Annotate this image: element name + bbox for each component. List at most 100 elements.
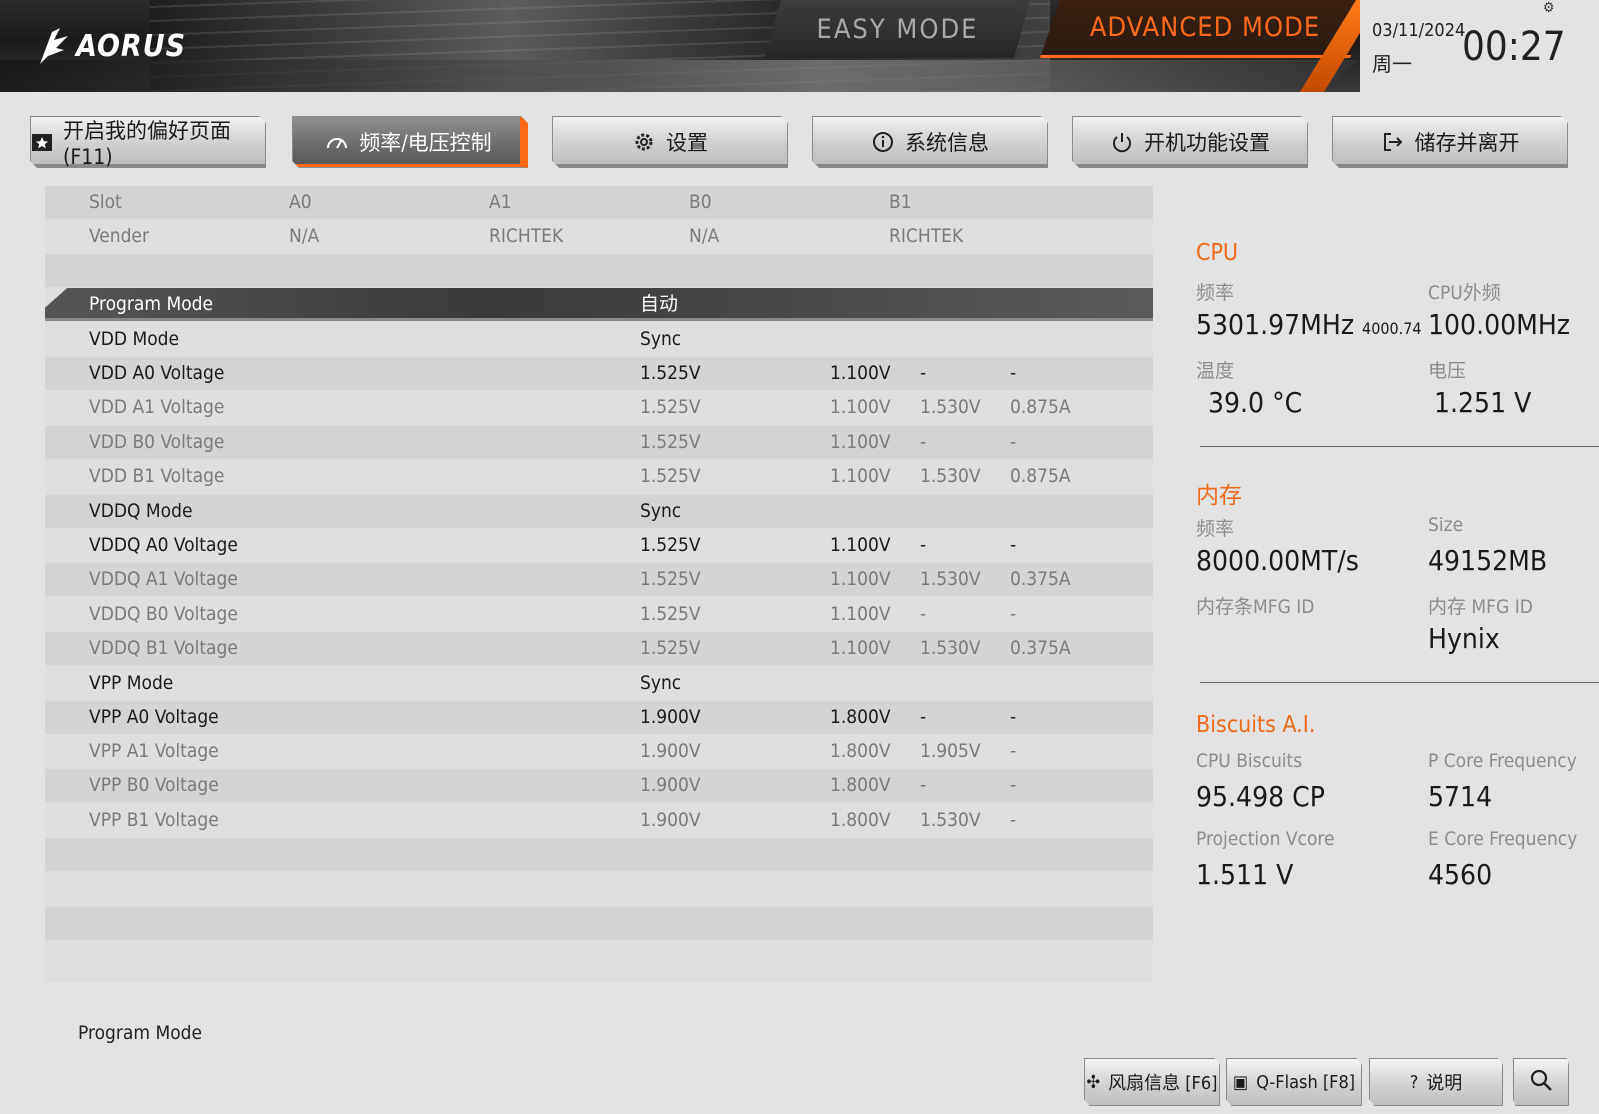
ecore-freq-label: E Core Frequency xyxy=(1428,828,1578,850)
setting-value-3: 1.530V xyxy=(920,809,981,831)
pcore-freq-label: P Core Frequency xyxy=(1428,750,1577,772)
setting-value-4: 0.375A xyxy=(1010,637,1071,659)
table-row[interactable]: VDDQ A0 Voltage 1.525V 1.100V - - xyxy=(45,529,1153,562)
setting-value-4: - xyxy=(1010,603,1017,625)
table-row: VPP B1 Voltage 1.900V 1.800V 1.530V - xyxy=(45,804,1153,837)
setting-value-4: - xyxy=(1010,774,1017,796)
setting-value: 1.525V xyxy=(640,431,701,453)
tab-label: 系统信息 xyxy=(905,131,989,155)
setting-value[interactable]: Sync xyxy=(640,667,681,700)
setting-value-4: 0.875A xyxy=(1010,396,1071,418)
setting-name: VPP B1 Voltage xyxy=(89,809,219,831)
help-label: 说明 xyxy=(1426,1073,1463,1094)
vender-a1: RICHTEK xyxy=(489,225,564,247)
cpu-bclk-label: CPU外频 xyxy=(1428,282,1501,304)
tab-boot[interactable]: 开机功能设置 xyxy=(1072,116,1308,168)
mem-size-value: 49152MB xyxy=(1428,544,1548,577)
cpu-freq-number: 5301.97MHz xyxy=(1196,308,1355,341)
question-icon: ? xyxy=(1409,1071,1419,1093)
tab-favorites[interactable]: 开启我的偏好页面 (F11) xyxy=(30,116,266,168)
cpu-volt-label: 电压 xyxy=(1428,360,1467,382)
biscuits-section-title: Biscuits A.I. xyxy=(1196,712,1316,738)
setting-value: 1.525V xyxy=(640,465,701,487)
setting-name: VDDQ Mode xyxy=(89,500,193,522)
setting-name: VPP A0 Voltage xyxy=(89,706,219,728)
slot-row: Slot A0 A1 B0 B1 xyxy=(45,186,1153,219)
table-row[interactable]: VPP A0 Voltage 1.900V 1.800V - - xyxy=(45,701,1153,734)
setting-value: 1.525V xyxy=(640,396,701,418)
setting-value-2: 1.100V xyxy=(830,431,891,453)
vender-label: Vender xyxy=(89,225,149,247)
setting-value-3: 1.530V xyxy=(920,396,981,418)
cpu-biscuits-label: CPU Biscuits xyxy=(1196,750,1303,772)
setting-value: 1.900V xyxy=(640,809,701,831)
easy-mode-button[interactable]: EASY MODE xyxy=(765,0,1030,58)
mem-stick-mfg-label: 内存条MFG ID xyxy=(1196,596,1315,618)
setting-name: VDDQ A1 Voltage xyxy=(89,568,238,590)
setting-value[interactable]: Sync xyxy=(640,323,681,356)
setting-value-2: 1.100V xyxy=(830,637,891,659)
slot-a1: A1 xyxy=(489,191,512,213)
setting-value-4: - xyxy=(1010,809,1017,831)
setting-value: 1.525V xyxy=(640,637,701,659)
table-row: VPP B0 Voltage 1.900V 1.800V - - xyxy=(45,769,1153,802)
setting-value-3: 1.530V xyxy=(920,637,981,659)
qflash-button[interactable]: ▣ Q-Flash [F8] xyxy=(1226,1058,1362,1106)
setting-value-2: 1.800V xyxy=(830,706,891,728)
tab-system-info[interactable]: 系统信息 xyxy=(812,116,1048,168)
setting-value-2: 1.100V xyxy=(830,568,891,590)
cpu-volt-value: 1.251 V xyxy=(1434,386,1532,419)
table-row[interactable]: VPP Mode Sync xyxy=(45,667,1153,700)
tab-settings[interactable]: 设置 xyxy=(552,116,788,168)
setting-value-3: 1.530V xyxy=(920,465,981,487)
cpu-biscuits-value: 95.498 CP xyxy=(1196,780,1325,813)
mem-mfg-label: 内存 MFG ID xyxy=(1428,596,1533,618)
help-button[interactable]: ? 说明 xyxy=(1369,1058,1503,1106)
tab-label: 频率/电压控制 xyxy=(359,131,492,155)
settings-gear-icon[interactable]: ⚙ xyxy=(1543,0,1559,16)
setting-value: 1.900V xyxy=(640,740,701,762)
setting-name: VDDQ B1 Voltage xyxy=(89,637,238,659)
tab-save-exit[interactable]: 储存并离开 xyxy=(1332,116,1568,168)
cpu-freq-label: 频率 xyxy=(1196,282,1235,304)
table-row[interactable]: VDD A0 Voltage 1.525V 1.100V - - xyxy=(45,357,1153,390)
advanced-mode-button[interactable]: ADVANCED MODE xyxy=(1040,0,1370,58)
setting-value-4: 0.875A xyxy=(1010,465,1071,487)
empty-row xyxy=(45,838,1153,871)
slot-label: Slot xyxy=(89,191,122,213)
setting-name: VDD Mode xyxy=(89,328,180,350)
table-row-program-mode[interactable]: Program Mode 自动 xyxy=(45,288,1153,321)
cpu-temp-value: 39.0 °C xyxy=(1208,386,1303,419)
setting-value[interactable]: 1.525V xyxy=(640,529,701,562)
help-description: Program Mode xyxy=(78,1022,203,1044)
setting-value[interactable]: 自动 xyxy=(640,288,678,321)
fan-info-button[interactable]: ✣ 风扇信息 [F6] xyxy=(1084,1058,1220,1106)
table-row: VDD B0 Voltage 1.525V 1.100V - - xyxy=(45,426,1153,459)
date-text: 03/11/2024 xyxy=(1372,20,1466,41)
slot-b1: B1 xyxy=(889,191,912,213)
setting-name: VDDQ A0 Voltage xyxy=(89,534,238,556)
vender-b0: N/A xyxy=(689,225,720,247)
fan-info-label: 风扇信息 [F6] xyxy=(1108,1073,1218,1094)
table-row[interactable]: VDD Mode Sync xyxy=(45,323,1153,356)
empty-row xyxy=(45,942,1153,975)
power-icon xyxy=(1110,130,1134,154)
mem-freq-value: 8000.00MT/s xyxy=(1196,544,1359,577)
tab-freq-voltage[interactable]: 频率/电压控制 xyxy=(292,116,528,168)
weekday-text: 周一 xyxy=(1372,52,1412,76)
setting-name: VDD B0 Voltage xyxy=(89,431,225,453)
cpu-section-title: CPU xyxy=(1196,240,1239,266)
setting-value-2: 1.100V xyxy=(830,396,891,418)
setting-value-3: - xyxy=(920,431,927,453)
empty-row xyxy=(45,873,1153,906)
table-row[interactable]: VDDQ Mode Sync xyxy=(45,495,1153,528)
search-button[interactable] xyxy=(1513,1058,1569,1106)
setting-value[interactable]: 1.525V xyxy=(640,357,701,390)
chip-icon: ▣ xyxy=(1232,1071,1249,1093)
setting-name: VPP Mode xyxy=(89,672,174,694)
vender-a0: N/A xyxy=(289,225,320,247)
setting-value[interactable]: Sync xyxy=(640,495,681,528)
setting-value-3: - xyxy=(920,706,927,728)
setting-value[interactable]: 1.900V xyxy=(640,701,701,734)
cpu-freq-value: 5301.97MHz 4000.74 xyxy=(1196,308,1422,341)
